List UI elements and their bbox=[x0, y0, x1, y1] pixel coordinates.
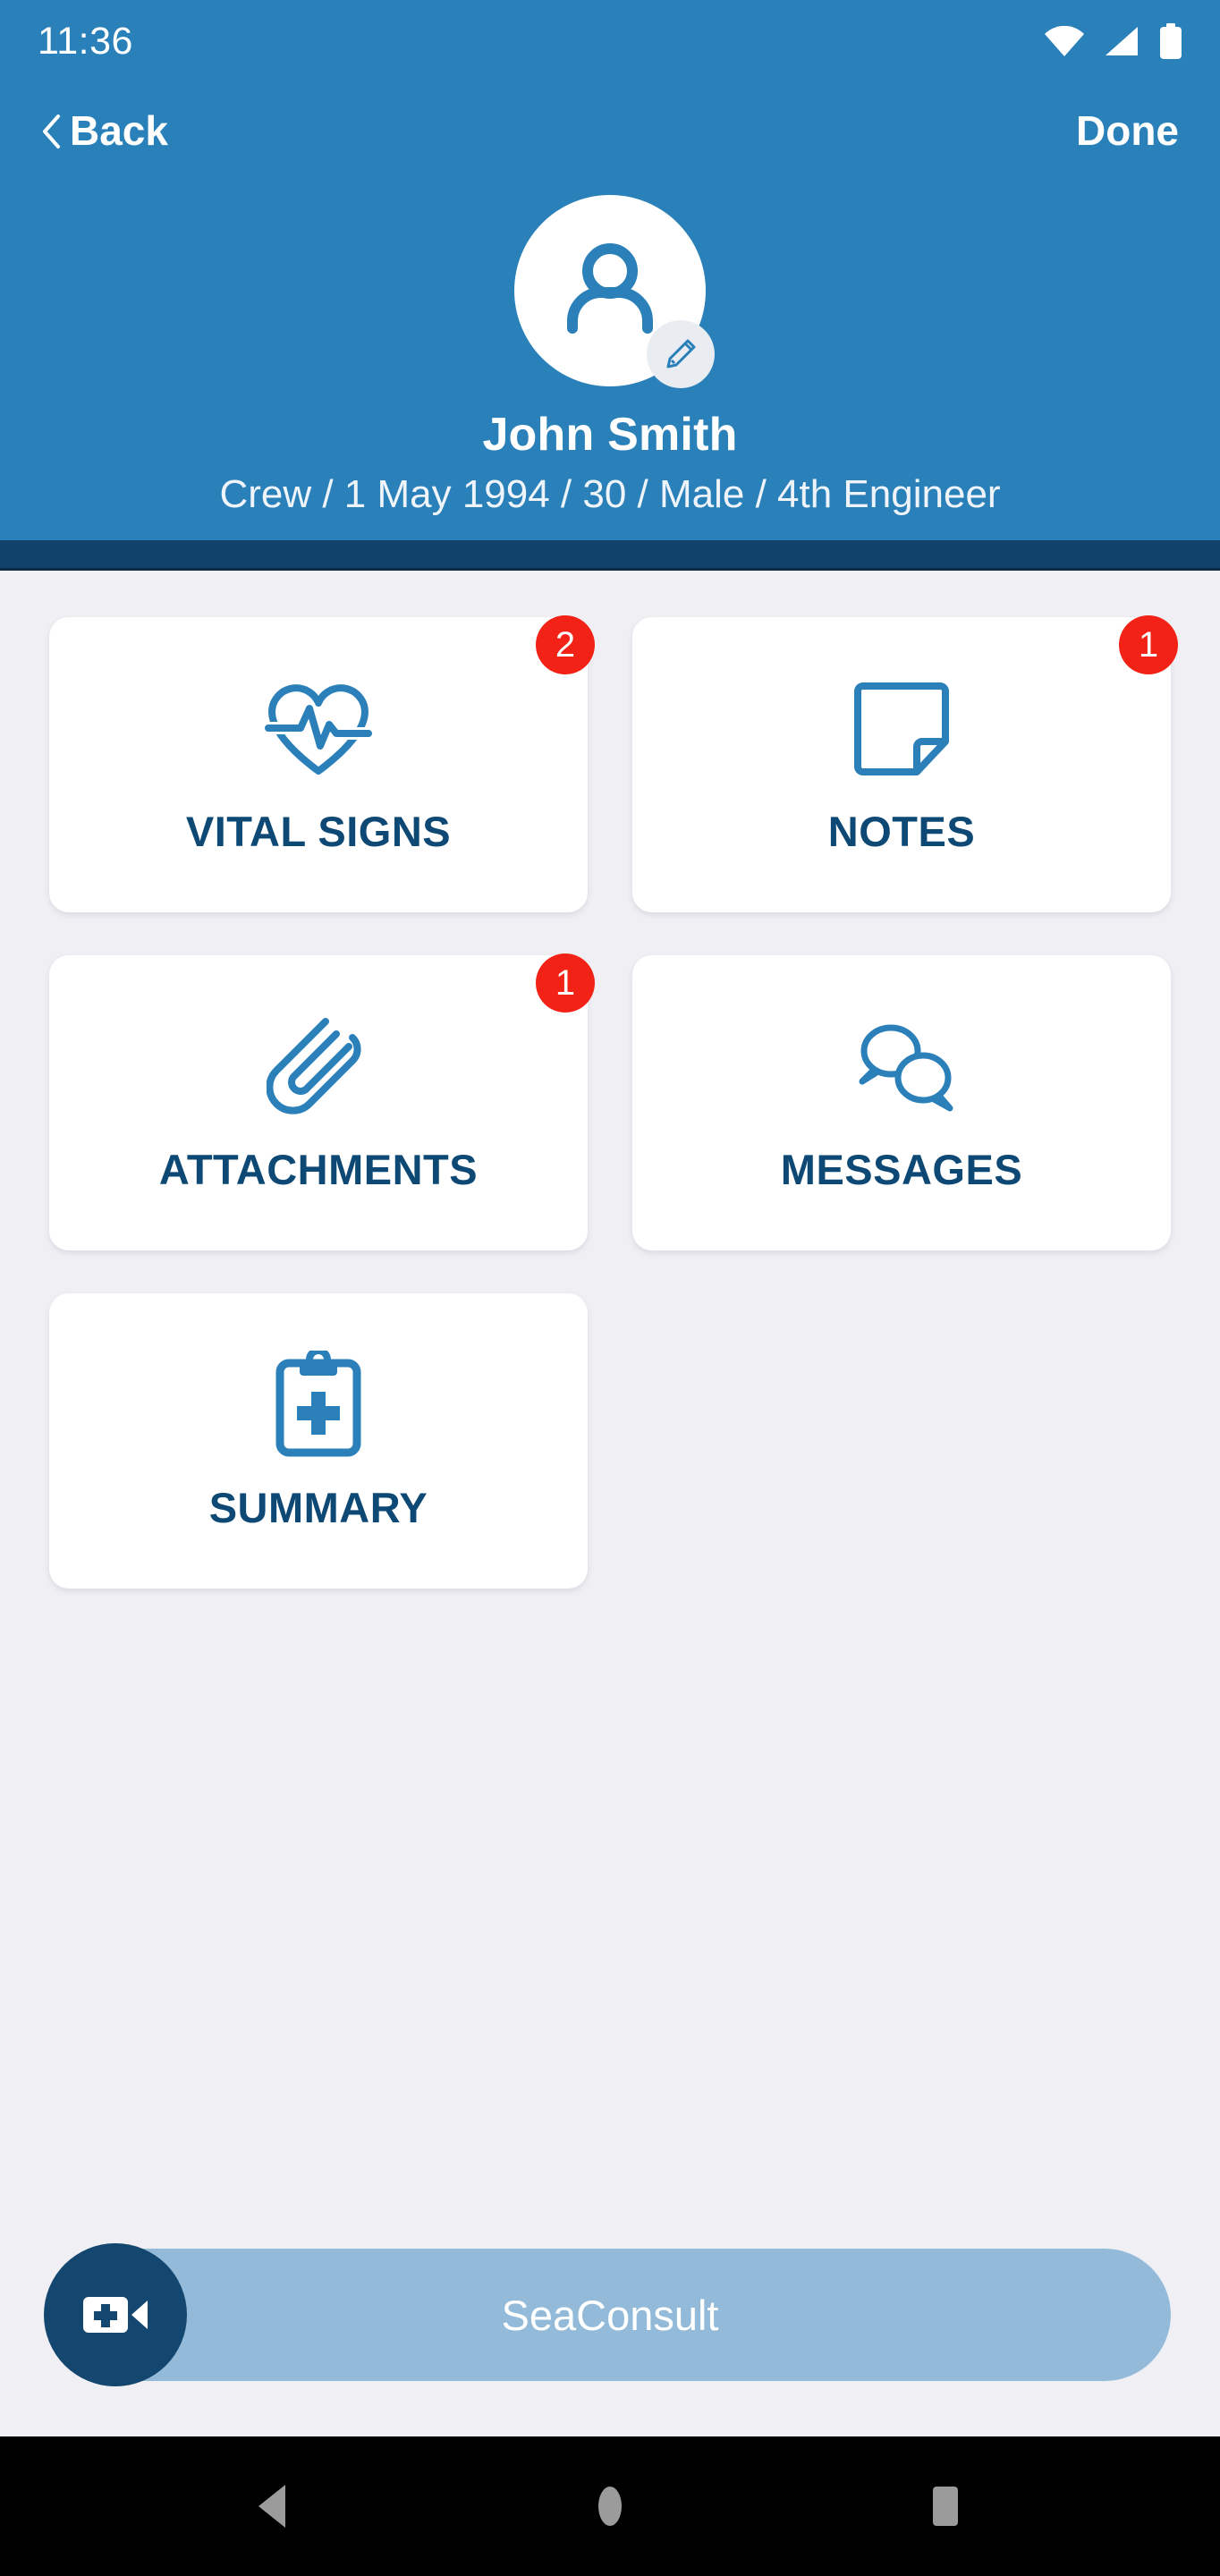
profile-name: John Smith bbox=[482, 409, 738, 461]
card-summary[interactable]: SUMMARY bbox=[49, 1292, 588, 1589]
edit-avatar-button[interactable] bbox=[647, 320, 715, 388]
card-label: MESSAGES bbox=[780, 1146, 1023, 1194]
header-divider bbox=[0, 539, 1220, 571]
profile-details: Crew / 1 May 1994 / 30 / Male / 4th Engi… bbox=[219, 472, 1001, 517]
video-call-plus-icon bbox=[81, 2290, 149, 2340]
card-label: ATTACHMENTS bbox=[158, 1146, 479, 1194]
note-page-icon bbox=[854, 671, 949, 787]
seaconsult-button[interactable]: SeaConsult bbox=[44, 2243, 1171, 2386]
status-badge: 2 bbox=[536, 614, 595, 674]
circle-home-icon[interactable] bbox=[590, 2483, 630, 2529]
bottom-action-area: SeaConsult bbox=[44, 1589, 1171, 2436]
status-time: 11:36 bbox=[38, 19, 133, 63]
clipboard-medical-icon bbox=[271, 1347, 366, 1463]
heart-pulse-icon bbox=[265, 671, 372, 787]
triangle-back-icon[interactable] bbox=[255, 2483, 294, 2529]
profile-header: John Smith Crew / 1 May 1994 / 30 / Male… bbox=[0, 179, 1220, 540]
module-card-grid: 2 VITAL SIGNS 1 NOTES 1 ATTACHMENTS MESS… bbox=[49, 614, 1178, 1589]
wifi-icon bbox=[1045, 26, 1084, 56]
start-video-call-button[interactable] bbox=[44, 2243, 187, 2386]
android-navigation-bar bbox=[0, 2436, 1220, 2576]
back-button[interactable]: Back bbox=[41, 110, 168, 151]
square-recents-icon[interactable] bbox=[926, 2483, 965, 2529]
card-messages[interactable]: MESSAGES bbox=[632, 954, 1171, 1250]
card-vital-signs[interactable]: 2 VITAL SIGNS bbox=[49, 614, 595, 912]
card-notes[interactable]: 1 NOTES bbox=[632, 614, 1178, 912]
avatar[interactable] bbox=[514, 195, 715, 388]
cellular-signal-icon bbox=[1104, 26, 1140, 56]
battery-icon bbox=[1159, 23, 1182, 59]
card-label: SUMMARY bbox=[208, 1484, 428, 1532]
app-root: 11:36 Back Done John Smith Crew / 1 May … bbox=[0, 0, 1220, 2576]
main-content: 2 VITAL SIGNS 1 NOTES 1 ATTACHMENTS MESS… bbox=[0, 570, 1220, 2436]
seaconsult-label: SeaConsult bbox=[501, 2291, 719, 2339]
status-icon-group bbox=[1045, 23, 1182, 59]
nav-bar: Back Done bbox=[0, 82, 1220, 179]
card-label: NOTES bbox=[827, 808, 976, 856]
card-attachments[interactable]: 1 ATTACHMENTS bbox=[49, 953, 595, 1250]
paperclip-icon bbox=[267, 1009, 370, 1125]
pencil-icon bbox=[664, 337, 698, 371]
status-badge: 1 bbox=[1119, 614, 1178, 674]
status-badge: 1 bbox=[536, 953, 595, 1013]
person-icon bbox=[555, 235, 665, 346]
card-label: VITAL SIGNS bbox=[185, 808, 452, 856]
status-bar: 11:36 bbox=[0, 0, 1220, 82]
chevron-left-icon bbox=[41, 114, 61, 148]
chat-bubbles-icon bbox=[843, 1009, 961, 1125]
back-button-label: Back bbox=[70, 107, 168, 154]
done-button[interactable]: Done bbox=[1076, 110, 1179, 151]
